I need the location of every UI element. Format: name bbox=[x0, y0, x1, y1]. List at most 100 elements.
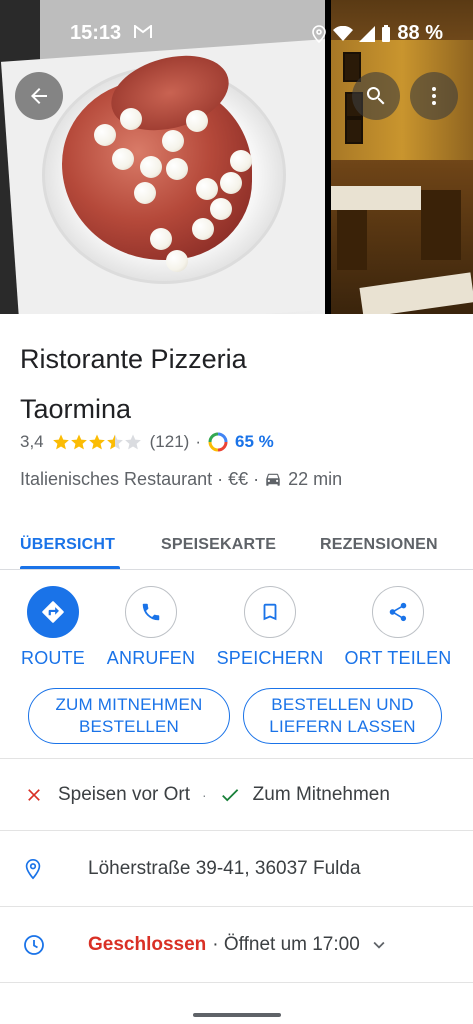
location-icon bbox=[312, 24, 327, 43]
photo-decoration bbox=[337, 210, 367, 270]
place-name-line1: Ristorante Pizzeria bbox=[20, 344, 247, 374]
drive-time: 22 min bbox=[288, 468, 343, 489]
save-button[interactable]: SPEICHERN bbox=[215, 586, 325, 669]
star-full-icon bbox=[52, 434, 69, 450]
photo-decoration bbox=[421, 190, 461, 260]
place-title: Ristorante Pizzeria Taormina bbox=[20, 334, 460, 434]
status-icons: 88 % bbox=[311, 22, 443, 45]
separator-dot: · bbox=[202, 787, 207, 803]
photo-mozzarella bbox=[230, 150, 252, 172]
search-icon bbox=[366, 87, 385, 105]
bookmark-icon bbox=[263, 603, 277, 621]
phone-icon bbox=[142, 603, 160, 621]
search-button[interactable] bbox=[352, 72, 400, 120]
photo-mozzarella bbox=[166, 158, 188, 180]
call-label: ANRUFEN bbox=[106, 648, 196, 668]
share-icon bbox=[389, 602, 407, 622]
photo-decoration bbox=[345, 118, 363, 144]
tab-menu[interactable]: SPEISEKARTE bbox=[161, 536, 276, 554]
service-options: Speisen vor Ort · Zum Mitnehmen bbox=[24, 782, 390, 808]
star-full-icon bbox=[70, 434, 87, 450]
back-button[interactable] bbox=[15, 72, 63, 120]
divider bbox=[0, 906, 473, 907]
photo-mozzarella bbox=[112, 148, 134, 170]
rating-stars bbox=[52, 433, 142, 451]
hours-row[interactable]: Geschlossen · Öffnet um 17:00 bbox=[0, 925, 473, 965]
address-text: Löherstraße 39-41, 36037 Fulda bbox=[88, 858, 361, 879]
photo-mozzarella bbox=[192, 218, 214, 240]
more-vert-icon bbox=[432, 87, 436, 105]
order-delivery-label-line1: BESTELLEN UND bbox=[271, 695, 414, 714]
photo-mozzarella bbox=[166, 250, 188, 272]
photo-mozzarella bbox=[140, 156, 162, 178]
gesture-bar[interactable] bbox=[193, 1013, 281, 1017]
review-count: (121) bbox=[149, 432, 190, 451]
rating-value: 3,4 bbox=[20, 432, 44, 451]
route-icon-circle bbox=[27, 586, 79, 638]
photo-decoration bbox=[331, 186, 421, 210]
divider bbox=[0, 982, 473, 983]
tab-bar: ÜBERSICHT SPEISEKARTE REZENSIONEN bbox=[0, 522, 473, 570]
star-empty-icon bbox=[124, 434, 141, 450]
photo-mozzarella bbox=[94, 124, 116, 146]
chevron-down-icon[interactable] bbox=[368, 934, 390, 956]
active-tab-indicator bbox=[20, 566, 120, 569]
tab-overview[interactable]: ÜBERSICHT bbox=[20, 536, 115, 554]
match-ring-icon bbox=[208, 432, 228, 452]
opening-time: · Öffnet um 17:00 bbox=[212, 934, 360, 955]
arrow-back-icon bbox=[31, 88, 47, 104]
location-pin-icon bbox=[25, 859, 41, 880]
more-options-button[interactable] bbox=[410, 72, 458, 120]
hero-photos[interactable]: 15:13 88 % bbox=[0, 0, 473, 314]
battery-icon bbox=[382, 24, 391, 42]
status-bar: 15:13 88 % bbox=[0, 10, 473, 50]
signal-icon bbox=[359, 25, 376, 42]
photo-decoration bbox=[343, 52, 361, 82]
order-delivery-button[interactable]: BESTELLEN UND LIEFERN LASSEN bbox=[243, 688, 442, 744]
call-button[interactable]: ANRUFEN bbox=[96, 586, 206, 669]
hours-text: Geschlossen · Öffnet um 17:00 bbox=[88, 934, 390, 956]
photo-mozzarella bbox=[162, 130, 184, 152]
photo-mozzarella bbox=[196, 178, 218, 200]
address-row[interactable]: Löherstraße 39-41, 36037 Fulda bbox=[0, 849, 473, 889]
share-label: ORT TEILEN bbox=[344, 648, 452, 668]
save-label: SPEICHERN bbox=[216, 648, 324, 668]
tab-reviews[interactable]: REZENSIONEN bbox=[320, 536, 438, 554]
directions-icon bbox=[42, 601, 64, 623]
close-icon bbox=[28, 789, 40, 801]
rating-row[interactable]: 3,4 (121) · 65 % bbox=[20, 430, 274, 454]
place-name-line2: Taormina bbox=[20, 394, 132, 424]
divider bbox=[0, 758, 473, 759]
battery-level: 88 % bbox=[397, 22, 443, 44]
divider bbox=[0, 830, 473, 831]
place-category: Italienisches Restaurant bbox=[20, 468, 213, 489]
photo-decoration bbox=[359, 272, 473, 314]
separator-dot: · bbox=[195, 432, 201, 451]
dine-in-label: Speisen vor Ort bbox=[58, 784, 190, 805]
clock-icon bbox=[24, 935, 44, 955]
order-delivery-label-line2: LIEFERN LASSEN bbox=[269, 717, 416, 736]
route-button[interactable]: ROUTE bbox=[0, 586, 108, 669]
photo-mozzarella bbox=[186, 110, 208, 132]
share-icon-circle bbox=[372, 586, 424, 638]
price-level: €€ bbox=[228, 468, 249, 489]
car-icon bbox=[266, 473, 280, 486]
separator-dot: · bbox=[253, 468, 260, 489]
photo-mozzarella bbox=[120, 108, 142, 130]
order-takeaway-button[interactable]: ZUM MITNEHMEN BESTELLEN bbox=[28, 688, 230, 744]
share-button[interactable]: ORT TEILEN bbox=[343, 586, 453, 669]
photo-mozzarella bbox=[134, 182, 156, 204]
star-full-icon bbox=[88, 434, 105, 450]
call-icon-circle bbox=[125, 586, 177, 638]
closed-status: Geschlossen bbox=[88, 934, 207, 955]
gmail-icon bbox=[134, 25, 152, 38]
takeaway-label: Zum Mitnehmen bbox=[252, 784, 390, 805]
wifi-icon bbox=[333, 25, 354, 41]
star-half-icon bbox=[106, 434, 123, 450]
photo-mozzarella bbox=[220, 172, 242, 194]
photo-mozzarella bbox=[150, 228, 172, 250]
check-icon bbox=[221, 789, 238, 802]
route-label: ROUTE bbox=[21, 648, 85, 668]
order-takeaway-label-line1: ZUM MITNEHMEN bbox=[55, 695, 203, 714]
save-icon-circle bbox=[244, 586, 296, 638]
